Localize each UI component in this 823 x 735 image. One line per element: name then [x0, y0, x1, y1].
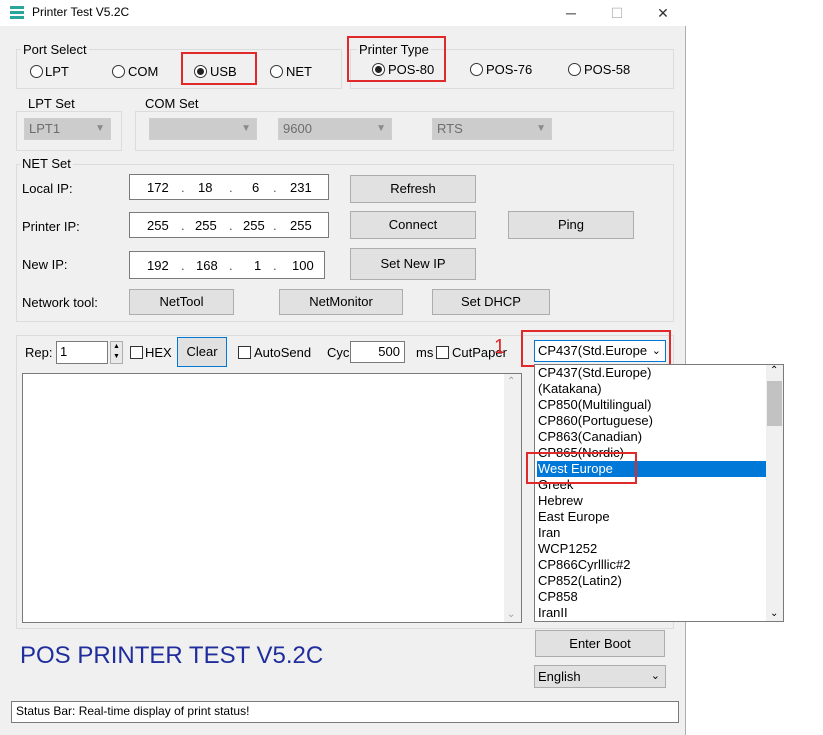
chevron-down-icon: ▼ [95, 123, 105, 134]
port-select-label: Port Select [21, 42, 89, 57]
autosend-label: AutoSend [254, 345, 312, 360]
new-ip-label: New IP: [22, 257, 68, 272]
codepage-option[interactable]: IranII [537, 605, 767, 621]
close-button[interactable]: ✕ [640, 0, 686, 26]
codepage-option[interactable]: East Europe [537, 509, 767, 525]
app-caption: POS PRINTER TEST V5.2C [20, 642, 324, 669]
west-europe-highlight-box [526, 452, 637, 484]
radio-net-label: NET [286, 64, 312, 79]
chevron-down-icon: ▼ [241, 123, 251, 134]
chevron-up-icon[interactable]: ⌃ [770, 365, 778, 376]
codepage-option[interactable]: Hebrew [537, 493, 767, 509]
refresh-button[interactable]: Refresh [350, 175, 476, 203]
codepage-option[interactable]: CP863(Canadian) [537, 429, 767, 445]
ping-button[interactable]: Ping [508, 211, 634, 239]
codepage-option[interactable]: CP860(Portuguese) [537, 413, 767, 429]
codepage-option[interactable]: (Katakana) [537, 381, 767, 397]
nettool-button[interactable]: NetTool [129, 289, 234, 315]
send-textarea[interactable]: ⌃ ⌄ [22, 373, 522, 623]
chevron-down-icon: ▼ [376, 123, 386, 134]
new-ip-field[interactable]: 192 . 168 . 1 . 100 [129, 251, 325, 279]
hex-label: HEX [145, 345, 172, 360]
codepage-option[interactable]: CP858 [537, 589, 767, 605]
baud-rate-value: 9600 [283, 121, 312, 136]
language-value: English [538, 669, 581, 684]
radio-lpt-label: LPT [45, 64, 69, 79]
codepage-option[interactable]: CP437(Std.Europe) [537, 365, 767, 381]
printer-type-highlight-box [347, 36, 446, 82]
lpt-set-label: LPT Set [26, 96, 77, 111]
netmonitor-button[interactable]: NetMonitor [279, 289, 403, 315]
annotation-number: 1 [494, 336, 506, 358]
app-icon [10, 6, 24, 19]
ms-label: ms [416, 345, 434, 360]
flow-control-value: RTS [437, 121, 463, 136]
codepage-option[interactable]: CP852(Latin2) [537, 573, 767, 589]
codepage-dropdown-list[interactable]: CP437(Std.Europe) (Katakana) CP850(Multili… [534, 364, 784, 622]
lpt-port-value: LPT1 [29, 121, 61, 136]
radio-com-label: COM [128, 64, 159, 79]
clear-button[interactable]: Clear [177, 337, 227, 367]
enter-boot-button[interactable]: Enter Boot [535, 630, 665, 657]
rep-stepper[interactable]: ▲ ▼ [110, 341, 123, 364]
connect-button[interactable]: Connect [350, 211, 476, 239]
printer-ip-field[interactable]: 255 . 255 . 255 . 255 [129, 212, 329, 238]
radio-pos76-label: POS-76 [486, 62, 533, 77]
cycle-input[interactable]: 500 [350, 341, 405, 363]
set-new-ip-button[interactable]: Set New IP [350, 248, 476, 280]
radio-pos58[interactable] [568, 63, 581, 76]
codepage-option[interactable]: CP850(Multilingual) [537, 397, 767, 413]
chevron-up-icon[interactable]: ⌃ [507, 376, 515, 387]
radio-pos76[interactable] [470, 63, 483, 76]
radio-net[interactable] [270, 65, 283, 78]
codepage-option[interactable]: WCP1252 [537, 541, 767, 557]
network-tool-label: Network tool: [22, 295, 98, 310]
scrollbar-thumb[interactable] [767, 381, 782, 426]
net-set-label: NET Set [20, 156, 73, 171]
flow-control-select[interactable]: RTS ▼ [432, 118, 552, 140]
rep-input[interactable]: 1 [56, 341, 108, 364]
lpt-port-select[interactable]: LPT1 ▼ [24, 118, 111, 140]
com-port-select[interactable]: ▼ [149, 118, 257, 140]
radio-pos58-label: POS-58 [584, 62, 631, 77]
chevron-down-icon: ▼ [536, 123, 546, 134]
set-dhcp-button[interactable]: Set DHCP [432, 289, 550, 315]
radio-lpt[interactable] [30, 65, 43, 78]
textarea-scrollbar[interactable]: ⌃ ⌄ [504, 374, 521, 622]
maximize-button[interactable]: ☐ [594, 0, 640, 26]
cutpaper-checkbox[interactable] [436, 346, 449, 359]
baud-rate-select[interactable]: 9600 ▼ [278, 118, 392, 140]
usb-highlight-box [181, 52, 257, 85]
hex-checkbox[interactable] [130, 346, 143, 359]
local-ip-label: Local IP: [22, 181, 73, 196]
language-select[interactable]: English ⌄ [534, 665, 666, 688]
codepage-option[interactable]: Iran [537, 525, 767, 541]
window-title: Printer Test V5.2C [32, 5, 130, 19]
chevron-down-icon[interactable]: ⌄ [507, 609, 515, 620]
codepage-option[interactable]: CP866Cyrlllic#2 [537, 557, 767, 573]
radio-com[interactable] [112, 65, 125, 78]
com-set-label: COM Set [143, 96, 201, 111]
minimize-button[interactable]: ─ [548, 0, 594, 26]
chevron-down-icon: ⌄ [650, 670, 660, 682]
rep-label: Rep: [25, 345, 53, 360]
printer-ip-label: Printer IP: [22, 219, 80, 234]
autosend-checkbox[interactable] [238, 346, 251, 359]
title-bar: Printer Test V5.2C ─ ☐ ✕ [0, 0, 686, 26]
chevron-down-icon[interactable]: ⌄ [770, 608, 778, 619]
cycle-label: Cyc [327, 345, 350, 360]
status-bar: Status Bar: Real-time display of print s… [11, 701, 679, 723]
dropdown-scrollbar[interactable]: ⌃ ⌄ [766, 365, 783, 621]
codepage-highlight-box [521, 330, 671, 367]
local-ip-field[interactable]: 172 . 18 . 6 . 231 [129, 174, 329, 200]
